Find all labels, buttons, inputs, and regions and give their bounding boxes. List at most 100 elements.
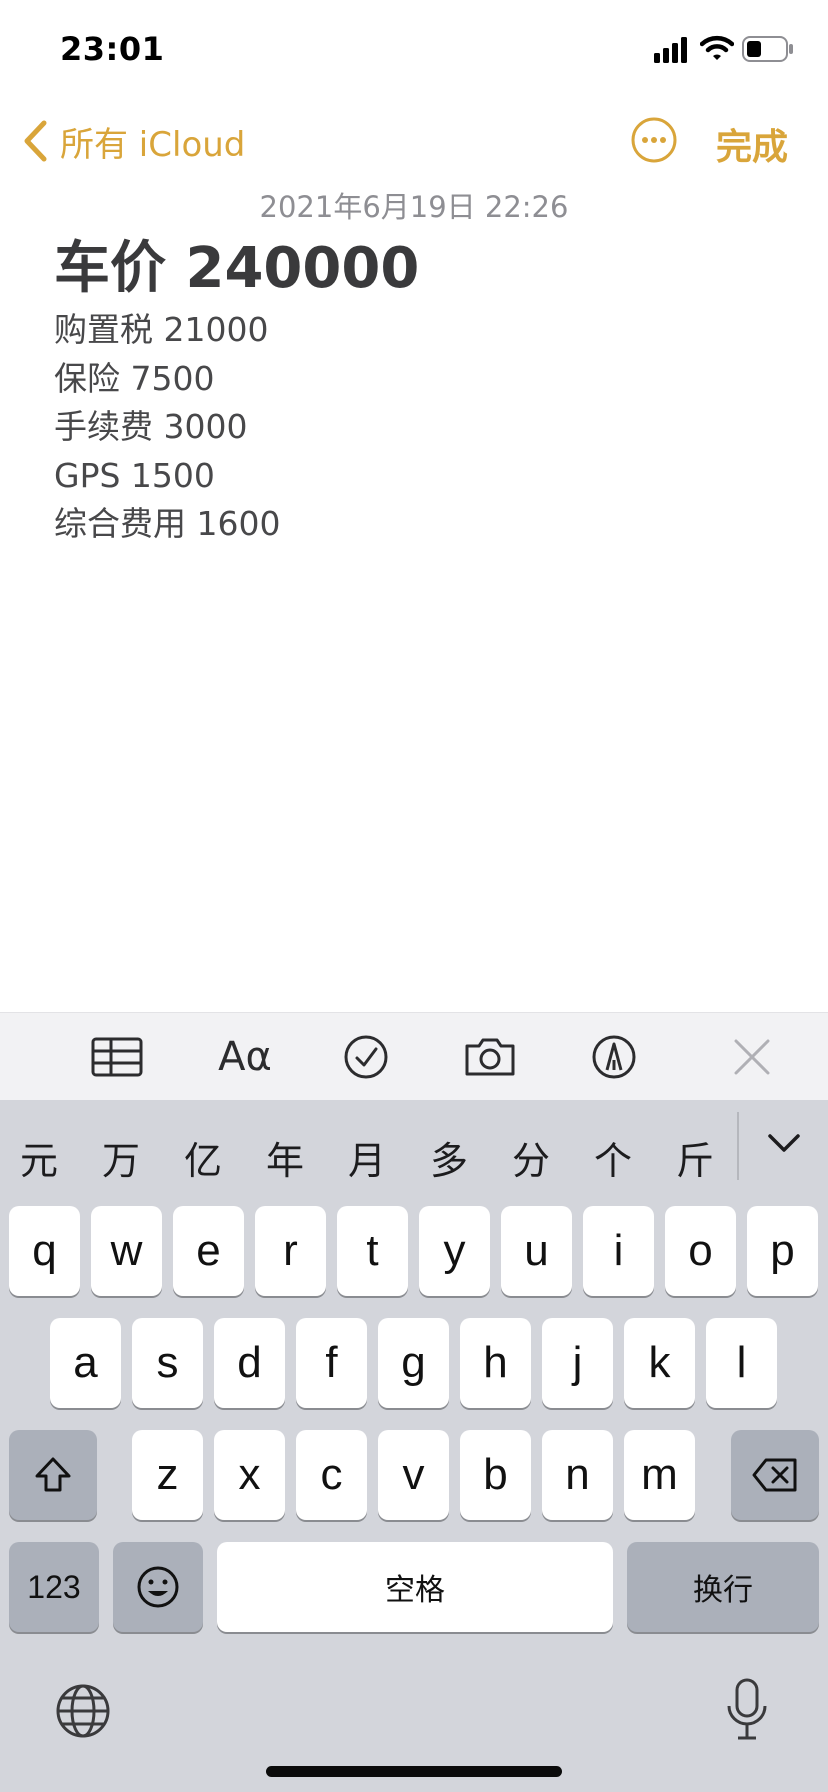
key-label: s (156, 1338, 179, 1387)
markup-icon (592, 1035, 636, 1079)
key-label: d (237, 1338, 262, 1387)
key-z[interactable]: z (132, 1430, 203, 1520)
key-label: b (483, 1450, 508, 1499)
battery-icon (742, 36, 793, 62)
note-line[interactable]: 购置税 21000 (54, 306, 774, 355)
delete-icon (752, 1458, 797, 1492)
close-icon (734, 1039, 770, 1075)
emoji-key[interactable] (113, 1542, 203, 1632)
key-r[interactable]: r (255, 1206, 326, 1296)
checklist-icon (344, 1035, 388, 1079)
key-a[interactable]: a (50, 1318, 121, 1408)
key-label: g (401, 1338, 426, 1387)
key-l[interactable]: l (706, 1318, 777, 1408)
key-h[interactable]: h (460, 1318, 531, 1408)
key-label: i (613, 1226, 624, 1275)
candidate-item[interactable]: 万 (91, 1130, 151, 1185)
key-label: 空格 (385, 1573, 445, 1608)
camera-icon (465, 1038, 515, 1076)
note-line[interactable]: 综合费用 1600 (54, 500, 774, 549)
key-o[interactable]: o (665, 1206, 736, 1296)
back-label: 所有 iCloud (60, 124, 246, 165)
note-line[interactable]: GPS 1500 (54, 452, 774, 501)
status-time: 23:01 (60, 30, 165, 68)
key-t[interactable]: t (337, 1206, 408, 1296)
key-label: k (648, 1338, 671, 1387)
chevron-down-icon[interactable] (762, 1122, 806, 1166)
candidate-item[interactable]: 亿 (173, 1130, 233, 1185)
table-icon (91, 1037, 143, 1077)
space-key[interactable]: 空格 (217, 1542, 613, 1632)
note-title[interactable]: 车价 240000 (54, 234, 774, 304)
key-n[interactable]: n (542, 1430, 613, 1520)
chevron-left-icon (24, 120, 47, 162)
key-y[interactable]: y (419, 1206, 490, 1296)
numbers-key[interactable]: 123 (9, 1542, 99, 1632)
key-w[interactable]: w (91, 1206, 162, 1296)
more-icon[interactable] (630, 116, 678, 164)
shift-icon (35, 1457, 71, 1492)
key-q[interactable]: q (9, 1206, 80, 1296)
keyboard: 元 万 亿 年 月 多 分 个 斤 q w e r t y u i o p a … (0, 1100, 828, 1792)
candidate-item[interactable]: 多 (419, 1130, 479, 1185)
key-f[interactable]: f (296, 1318, 367, 1408)
key-p[interactable]: p (747, 1206, 818, 1296)
nav-bar: 所有 iCloud 完成 (0, 106, 828, 176)
key-j[interactable]: j (542, 1318, 613, 1408)
candidate-item[interactable]: 个 (583, 1130, 643, 1185)
key-label: q (32, 1226, 57, 1275)
key-label: n (565, 1450, 590, 1499)
markup-button[interactable] (590, 1030, 638, 1084)
candidate-item[interactable]: 斤 (665, 1130, 725, 1185)
key-label: f (325, 1338, 338, 1387)
key-v[interactable]: v (378, 1430, 449, 1520)
key-e[interactable]: e (173, 1206, 244, 1296)
key-label: c (320, 1450, 343, 1499)
note-line[interactable]: 保险 7500 (54, 355, 774, 404)
note-line[interactable]: 手续费 3000 (54, 403, 774, 452)
key-b[interactable]: b (460, 1430, 531, 1520)
back-button[interactable]: 所有 iCloud (22, 116, 245, 166)
key-label: 换行 (693, 1573, 753, 1608)
key-u[interactable]: u (501, 1206, 572, 1296)
candidate-divider (737, 1112, 739, 1180)
key-label: p (770, 1226, 795, 1275)
shift-key[interactable] (9, 1430, 97, 1520)
key-label: z (156, 1450, 179, 1499)
key-s[interactable]: s (132, 1318, 203, 1408)
emoji-icon (137, 1566, 179, 1608)
key-m[interactable]: m (624, 1430, 695, 1520)
key-label: w (110, 1226, 143, 1275)
key-c[interactable]: c (296, 1430, 367, 1520)
candidate-item[interactable]: 元 (9, 1130, 69, 1185)
camera-button[interactable] (462, 1030, 518, 1084)
key-label: h (483, 1338, 508, 1387)
candidate-item[interactable]: 月 (337, 1130, 397, 1185)
key-label: o (688, 1226, 713, 1275)
signal-icon (654, 37, 687, 63)
note-date: 2021年6月19日 22:26 (259, 190, 569, 224)
key-x[interactable]: x (214, 1430, 285, 1520)
note-body[interactable]: 车价 240000 购置税 21000 保险 7500 手续费 3000 GPS… (54, 234, 774, 549)
return-key[interactable]: 换行 (627, 1542, 819, 1632)
table-button[interactable] (90, 1030, 144, 1084)
key-g[interactable]: g (378, 1318, 449, 1408)
done-button[interactable]: 完成 (716, 118, 788, 170)
key-label: j (572, 1338, 583, 1387)
key-label: e (196, 1226, 221, 1275)
close-toolbar-button[interactable] (732, 1030, 772, 1084)
key-i[interactable]: i (583, 1206, 654, 1296)
candidate-item[interactable]: 分 (501, 1130, 561, 1185)
key-label: 123 (27, 1568, 81, 1605)
candidate-item[interactable]: 年 (255, 1130, 315, 1185)
key-label: t (366, 1226, 379, 1275)
candidate-bar: 元 万 亿 年 月 多 分 个 斤 (0, 1100, 828, 1200)
delete-key[interactable] (731, 1430, 819, 1520)
key-k[interactable]: k (624, 1318, 695, 1408)
checklist-button[interactable] (342, 1030, 390, 1084)
microphone-icon[interactable] (724, 1678, 770, 1742)
key-label: x (238, 1450, 261, 1499)
key-d[interactable]: d (214, 1318, 285, 1408)
globe-icon[interactable] (54, 1682, 112, 1740)
format-button[interactable]: Aα (214, 1030, 276, 1084)
